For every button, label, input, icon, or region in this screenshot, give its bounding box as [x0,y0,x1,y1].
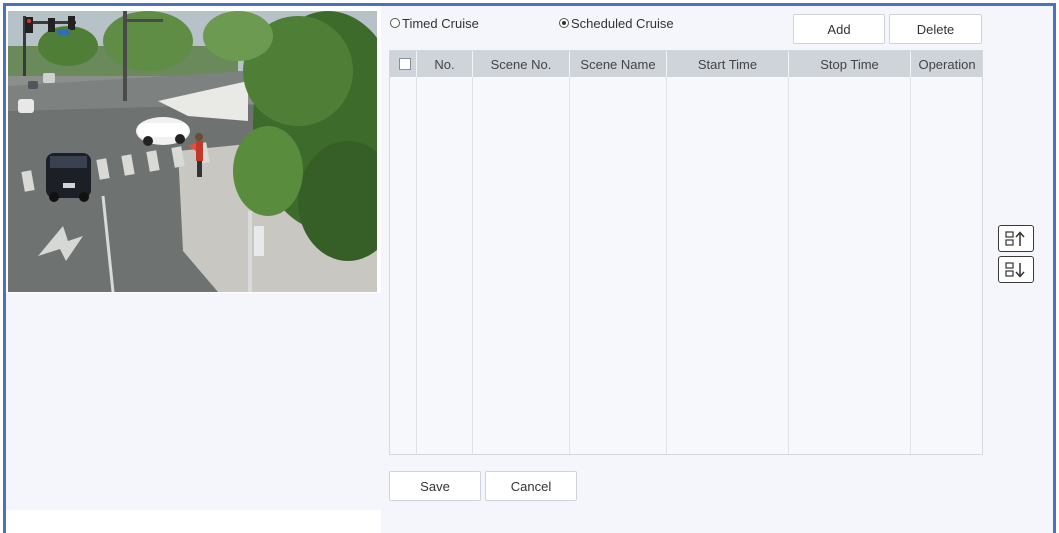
window-frame [3,3,1056,533]
